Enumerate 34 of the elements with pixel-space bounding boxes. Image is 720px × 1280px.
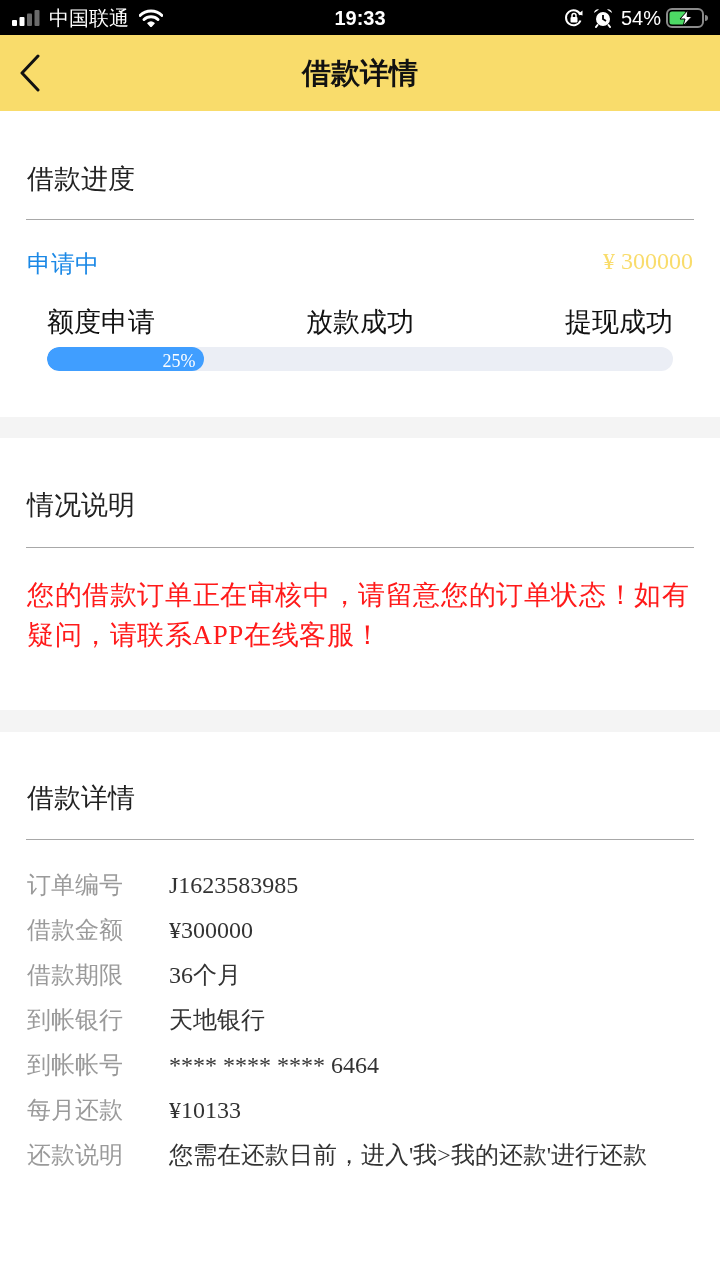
step-label: 放款成功 [306, 306, 414, 339]
detail-value: J1623583985 [169, 870, 299, 900]
rotation-lock-icon [563, 7, 584, 28]
status-time: 19:33 [334, 5, 386, 30]
alarm-clock-icon [592, 7, 613, 28]
detail-label: 到帐帐号 [27, 1049, 124, 1080]
loan-amount: ¥ 300000 [603, 247, 693, 276]
section-title: 借款详情 [27, 783, 135, 813]
detail-label: 还款说明 [27, 1139, 124, 1170]
detail-value: ¥10133 [169, 1095, 241, 1125]
wifi-icon [139, 8, 163, 27]
section-title: 借款进度 [27, 164, 135, 194]
detail-value: 您需在还款日前，进入'我>我的还款'进行还款 [169, 1140, 648, 1170]
detail-label: 订单编号 [27, 869, 124, 900]
detail-label: 到帐银行 [27, 1004, 124, 1035]
notice-message: 您的借款订单正在审核中，请留意您的订单状态！如有疑问，请联系APP在线客服！ [27, 579, 691, 652]
battery-icon [666, 7, 708, 28]
progress-percent: 25% [162, 352, 196, 371]
battery-percent: 54% [620, 5, 661, 30]
detail-label: 借款期限 [27, 959, 124, 990]
back-icon [19, 54, 41, 92]
status-label: 申请中 [27, 249, 99, 279]
page-title: 借款详情 [302, 56, 418, 91]
step-label: 额度申请 [47, 306, 155, 339]
detail-value: ¥300000 [169, 915, 253, 945]
detail-label: 每月还款 [27, 1094, 124, 1125]
detail-value: 36个月 [169, 960, 241, 990]
detail-value: 天地银行 [169, 1005, 265, 1035]
section-title: 情况说明 [27, 490, 135, 520]
step-label: 提现成功 [565, 306, 673, 339]
detail-label: 借款金额 [27, 914, 124, 945]
detail-value: **** **** **** 6464 [169, 1050, 379, 1080]
signal-icon [12, 9, 40, 26]
carrier-name: 中国联通 [49, 5, 129, 30]
